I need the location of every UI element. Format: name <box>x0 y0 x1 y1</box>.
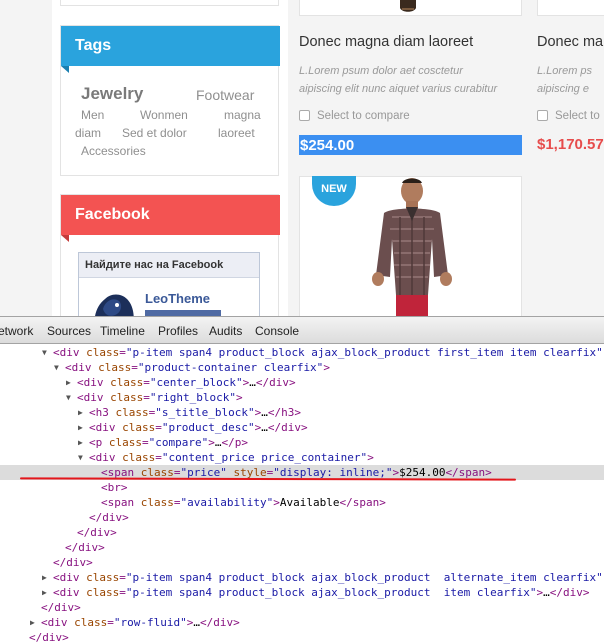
tag-accessories[interactable]: Accessories <box>81 144 146 158</box>
dom-node[interactable]: </div> <box>0 540 604 555</box>
dom-node[interactable]: ▶ <div class="center_block">…</div> <box>0 375 604 390</box>
facebook-page-name[interactable]: LeoTheme <box>145 291 210 306</box>
tab-timeline[interactable]: Timeline <box>100 324 145 338</box>
facebook-widget-header: Найдите нас на Facebook <box>79 253 259 278</box>
tab-console[interactable]: Console <box>255 324 299 338</box>
dom-node[interactable]: </div> <box>0 510 604 525</box>
tag-laoreet[interactable]: laoreet <box>218 126 255 140</box>
product-price-highlighted: $254.00 <box>299 135 522 155</box>
product-title[interactable]: Donec magna diam laoreet <box>299 34 473 50</box>
product-description-line: L.Lorem ps <box>537 65 593 77</box>
tag-magna[interactable]: magna <box>224 108 261 122</box>
dom-node[interactable]: ▶ <h3 class="s_title_block">…</h3> <box>0 405 604 420</box>
tags-block: Tags Jewelry Footwear Men Wonmen magna d… <box>60 25 280 176</box>
dom-node[interactable]: ▶ <div class="p-item span4 product_block … <box>0 570 604 585</box>
product-description-line: L.Lorem psum dolor aet cosctetur <box>299 65 463 77</box>
product-card[interactable]: NEW <box>299 176 522 316</box>
product-description-line: aipiscing e <box>537 83 589 95</box>
tab-audits[interactable]: Audits <box>209 324 242 338</box>
dom-node[interactable]: ▶ <div class="p-item span4 product_block … <box>0 585 604 600</box>
facebook-block: Facebook Найдите нас на Facebook LeoThem… <box>60 194 280 316</box>
tag-diam[interactable]: diam <box>75 126 101 140</box>
product-image-frame[interactable] <box>299 0 522 16</box>
compare-checkbox[interactable]: Select to compare <box>299 110 410 122</box>
product-model-image[interactable] <box>362 177 462 316</box>
dom-node[interactable]: </div> <box>0 555 604 570</box>
tab-sources[interactable]: Sources <box>47 324 91 338</box>
compare-checkbox[interactable]: Select to <box>537 110 600 122</box>
leotheme-lion-logo[interactable] <box>89 287 137 316</box>
sidebar-panel-top <box>60 0 279 6</box>
dom-node[interactable]: </div> <box>0 525 604 540</box>
tag-sed-et-dolor[interactable]: Sed et dolor <box>122 126 187 140</box>
dom-node[interactable]: ▶ <div class="product_desc">…</div> <box>0 420 604 435</box>
compare-label: Select to compare <box>317 110 410 122</box>
dom-node[interactable]: </div> <box>0 630 604 643</box>
new-badge: NEW <box>312 176 356 206</box>
website-viewport: Tags Jewelry Footwear Men Wonmen magna d… <box>0 0 604 316</box>
dom-node[interactable]: ▼ <div class="p-item span4 product_block … <box>0 345 604 360</box>
product-shoe-image[interactable] <box>398 0 418 14</box>
dom-node[interactable]: ▼ <div class="content_price price_contain… <box>0 450 604 465</box>
checkbox-icon[interactable] <box>299 110 310 121</box>
tab-profiles[interactable]: Profiles <box>158 324 198 338</box>
tag-jewelry[interactable]: Jewelry <box>81 84 143 104</box>
dom-node[interactable]: ▼ <div class="product-container clearfix"… <box>0 360 604 375</box>
facebook-widget[interactable]: Найдите нас на Facebook LeoTheme <box>78 252 260 316</box>
dom-node[interactable]: ▶ <p class="compare">…</p> <box>0 435 604 450</box>
tag-footwear[interactable]: Footwear <box>196 87 254 103</box>
dom-node[interactable]: <br> <box>0 480 604 495</box>
tab-network[interactable]: etwork <box>0 324 33 338</box>
facebook-title: Facebook <box>61 195 280 242</box>
product-price: $1,170.57 <box>537 136 604 153</box>
tags-title: Tags <box>61 26 280 73</box>
dom-node[interactable]: ▼ <div class="right_block"> <box>0 390 604 405</box>
checkbox-icon[interactable] <box>537 110 548 121</box>
product-image-frame[interactable] <box>537 0 604 16</box>
dom-node[interactable]: </div> <box>0 600 604 615</box>
tag-wonmen[interactable]: Wonmen <box>140 108 188 122</box>
tag-men[interactable]: Men <box>81 108 104 122</box>
dom-node[interactable]: <span class="availability">Available</sp… <box>0 495 604 510</box>
compare-label: Select to <box>555 110 600 122</box>
dom-node[interactable]: ▶ <div class="row-fluid">…</div> <box>0 615 604 630</box>
devtools-tab-bar: etwork Sources Timeline Profiles Audits … <box>0 317 604 344</box>
product-title[interactable]: Donec ma <box>537 34 603 50</box>
product-description-line: aipiscing elit nunc aiquet varius curabi… <box>299 83 498 95</box>
